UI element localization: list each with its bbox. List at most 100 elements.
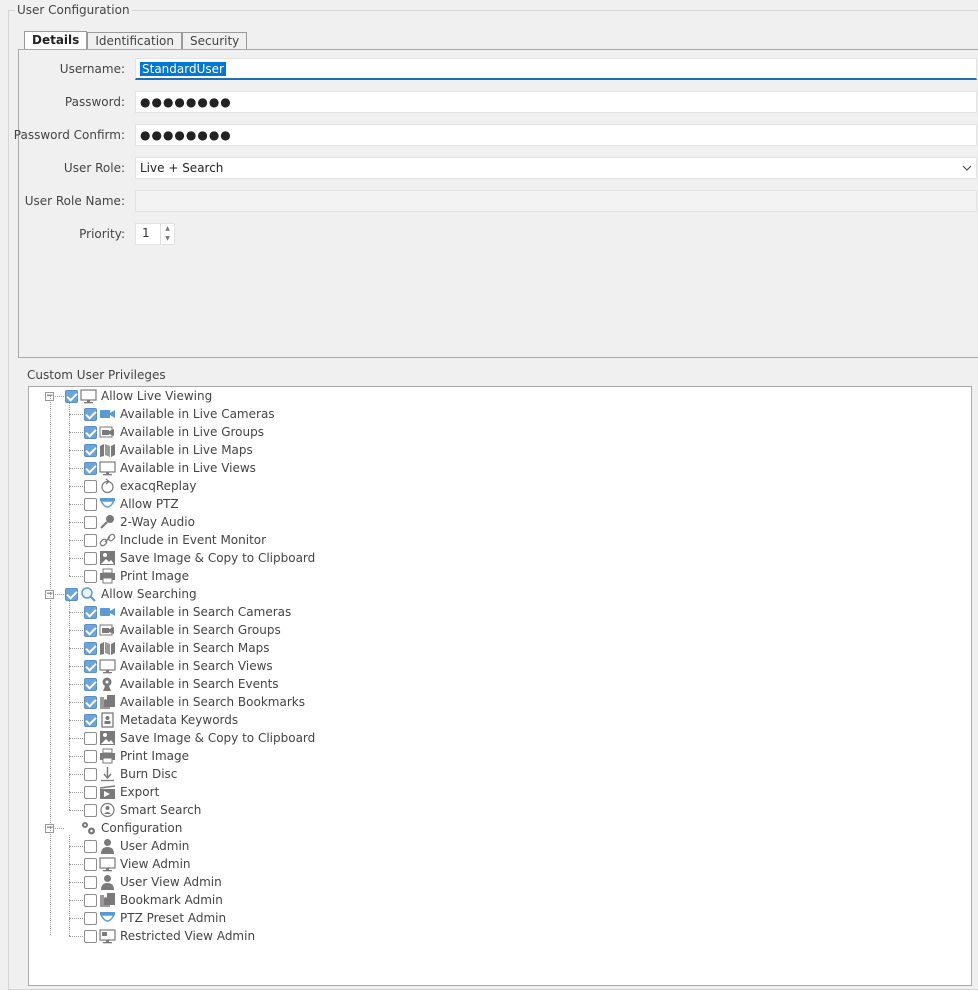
checkbox-allow-live-viewing[interactable] <box>65 389 78 403</box>
tree-item-available-in-live-groups[interactable]: Available in Live Groups <box>84 423 264 441</box>
checkbox-allow-searching[interactable] <box>65 587 78 601</box>
checkbox-available-in-search-views[interactable] <box>84 659 97 673</box>
tree-item-available-in-search-bookmarks[interactable]: Available in Search Bookmarks <box>84 693 305 711</box>
tree-item-available-in-search-events[interactable]: Available in Search Events <box>84 675 279 693</box>
map-icon <box>99 442 116 458</box>
event-icon <box>99 676 116 692</box>
tree-item-include-in-event-monitor[interactable]: Include in Event Monitor <box>84 531 266 549</box>
tree-item-save-image-copy-to-clipboard[interactable]: Save Image & Copy to Clipboard <box>84 549 315 567</box>
tree-connector <box>69 601 70 810</box>
smart-search-icon <box>99 802 116 818</box>
tree-item-label: Include in Event Monitor <box>120 533 267 547</box>
checkbox-smart-search[interactable] <box>84 803 97 817</box>
stepper-down-icon[interactable]: ▼ <box>161 234 174 244</box>
tree-connector <box>55 828 64 829</box>
password-confirm-field[interactable]: ●●●●●●●● <box>135 124 977 146</box>
checkbox-available-in-search-bookmarks[interactable] <box>84 695 97 709</box>
image-icon <box>99 550 116 566</box>
tree-item-ptz-preset-admin[interactable]: PTZ Preset Admin <box>84 909 226 927</box>
checkbox-available-in-live-maps[interactable] <box>84 443 97 457</box>
checkbox-restricted-view-admin[interactable] <box>84 929 97 943</box>
checkbox-available-in-live-cameras[interactable] <box>84 407 97 421</box>
priority-stepper[interactable]: 1 ▲ ▼ <box>135 223 175 245</box>
tree-item-print-image[interactable]: Print Image <box>84 567 189 585</box>
tree-item-smart-search[interactable]: Smart Search <box>84 801 201 819</box>
password-confirm-label: Password Confirm: <box>13 128 125 142</box>
stepper-up-icon[interactable]: ▲ <box>161 224 174 234</box>
checkbox-available-in-live-views[interactable] <box>84 461 97 475</box>
checkbox-2-way-audio[interactable] <box>84 515 97 529</box>
checkbox-include-in-event-monitor[interactable] <box>84 533 97 547</box>
user-role-value: Live + Search <box>140 161 224 175</box>
tree-item-available-in-live-views[interactable]: Available in Live Views <box>84 459 256 477</box>
username-field[interactable]: StandardUser <box>135 58 977 80</box>
tree-connector <box>69 900 83 901</box>
tab-identification[interactable]: Identification <box>87 32 182 50</box>
tree-item-available-in-live-cameras[interactable]: Available in Live Cameras <box>84 405 275 423</box>
tree-item-save-image-copy-to-clipboard[interactable]: Save Image & Copy to Clipboard <box>84 729 315 747</box>
tree-connector <box>69 558 83 559</box>
tab-security[interactable]: Security <box>182 32 248 50</box>
tree-item-allow-live-viewing[interactable]: Allow Live Viewing <box>65 387 212 405</box>
checkbox-export[interactable] <box>84 785 97 799</box>
tree-item-allow-ptz[interactable]: Allow PTZ <box>84 495 179 513</box>
tree-connector <box>69 846 83 847</box>
checkbox-print-image[interactable] <box>84 569 97 583</box>
checkbox-user-admin[interactable] <box>84 839 97 853</box>
checkbox-ptz-preset-admin[interactable] <box>84 911 97 925</box>
checkbox-burn-disc[interactable] <box>84 767 97 781</box>
tree-item-export[interactable]: Export <box>84 783 159 801</box>
checkbox-user-view-admin[interactable] <box>84 875 97 889</box>
tree-item-burn-disc[interactable]: Burn Disc <box>84 765 177 783</box>
search-icon <box>80 586 97 602</box>
tree-item-user-view-admin[interactable]: User View Admin <box>84 873 222 891</box>
map-icon <box>99 640 116 656</box>
tree-item-label: Configuration <box>101 821 183 835</box>
tree-item-view-admin[interactable]: View Admin <box>84 855 191 873</box>
checkbox-bookmark-admin[interactable] <box>84 893 97 907</box>
tree-item-print-image[interactable]: Print Image <box>84 747 189 765</box>
checkbox-exacqreplay[interactable] <box>84 479 97 493</box>
tree-item-bookmark-admin[interactable]: Bookmark Admin <box>84 891 223 909</box>
checkbox-metadata-keywords[interactable] <box>84 713 97 727</box>
tree-connector <box>69 835 70 936</box>
tree-item-label: Available in Search Events <box>120 677 279 691</box>
tree-item-2-way-audio[interactable]: 2-Way Audio <box>84 513 195 531</box>
checkbox-available-in-search-maps[interactable] <box>84 641 97 655</box>
username-value: StandardUser <box>140 62 226 76</box>
checkbox-available-in-search-cameras[interactable] <box>84 605 97 619</box>
chevron-down-icon[interactable] <box>962 159 972 184</box>
checkbox-print-image[interactable] <box>84 749 97 763</box>
tree-connector <box>55 594 64 595</box>
tree-item-available-in-live-maps[interactable]: Available in Live Maps <box>84 441 253 459</box>
tree-item-available-in-search-groups[interactable]: Available in Search Groups <box>84 621 281 639</box>
tree-connector <box>69 630 83 631</box>
checkbox-save-image-copy-to-clipboard[interactable] <box>84 731 97 745</box>
tree-item-exacqreplay[interactable]: exacqReplay <box>84 477 196 495</box>
checkbox-view-admin[interactable] <box>84 857 97 871</box>
tree-item-available-in-search-views[interactable]: Available in Search Views <box>84 657 273 675</box>
tree-item-allow-searching[interactable]: Allow Searching <box>65 585 197 603</box>
tree-item-available-in-search-maps[interactable]: Available in Search Maps <box>84 639 270 657</box>
burn-disc-icon <box>99 766 116 782</box>
checkbox-available-in-live-groups[interactable] <box>84 425 97 439</box>
tree-connector <box>69 936 83 937</box>
user-role-select[interactable]: Live + Search <box>135 157 977 179</box>
checkbox-save-image-copy-to-clipboard[interactable] <box>84 551 97 565</box>
tree-item-metadata-keywords[interactable]: Metadata Keywords <box>84 711 238 729</box>
bookmark-icon <box>99 694 116 710</box>
tree-connector <box>69 576 83 577</box>
checkbox-available-in-search-groups[interactable] <box>84 623 97 637</box>
checkbox-allow-ptz[interactable] <box>84 497 97 511</box>
tree-item-configuration[interactable]: Configuration <box>65 819 182 837</box>
tree-connector <box>69 810 83 811</box>
tree-item-user-admin[interactable]: User Admin <box>84 837 189 855</box>
gears-icon <box>80 820 97 836</box>
password-field[interactable]: ●●●●●●●● <box>135 91 977 113</box>
tab-details[interactable]: Details <box>24 31 88 50</box>
camera-icon <box>99 604 116 620</box>
tree-item-restricted-view-admin[interactable]: Restricted View Admin <box>84 927 255 945</box>
checkbox-available-in-search-events[interactable] <box>84 677 97 691</box>
user-role-label: User Role: <box>63 161 125 175</box>
tree-item-available-in-search-cameras[interactable]: Available in Search Cameras <box>84 603 291 621</box>
